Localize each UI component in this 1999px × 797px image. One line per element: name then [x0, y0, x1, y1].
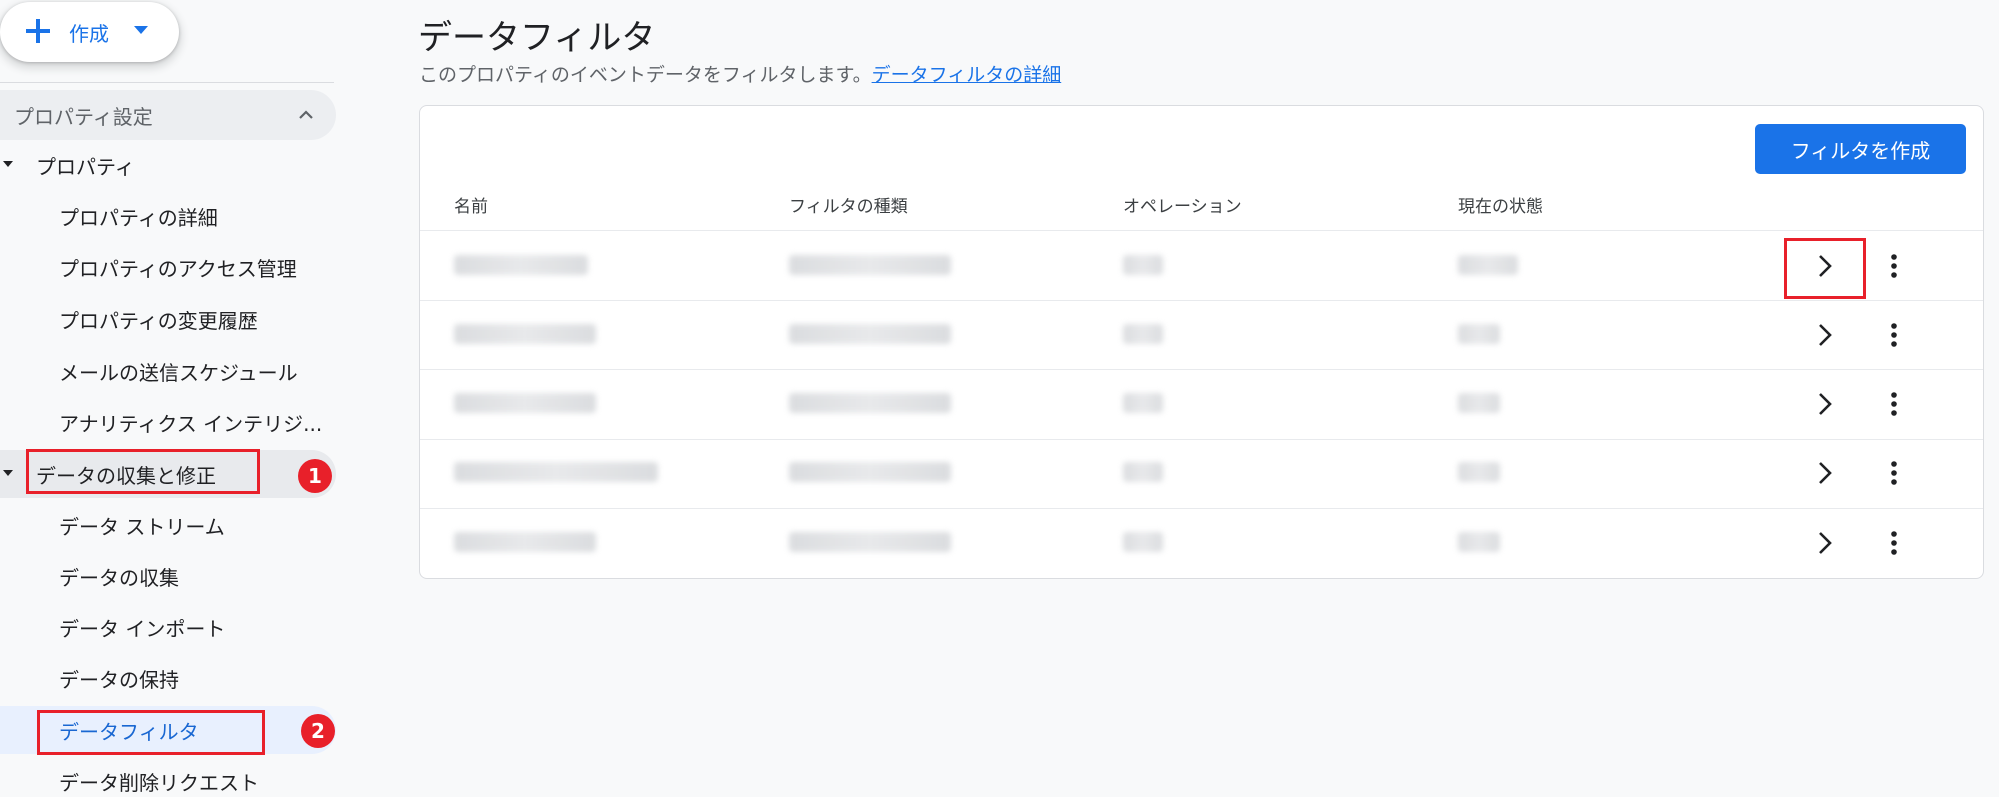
sidebar-item-email-schedule[interactable]: メールの送信スケジュール — [0, 347, 336, 395]
more-vert-icon[interactable] — [1884, 315, 1904, 355]
sidebar-item-data-import[interactable]: データ インポート — [0, 603, 336, 651]
redacted-cell — [1458, 324, 1500, 344]
caret-down-icon — [134, 26, 148, 34]
more-vert-icon[interactable] — [1884, 384, 1904, 424]
redacted-cell — [789, 532, 951, 552]
redacted-cell — [454, 462, 658, 482]
redacted-cell — [1123, 393, 1163, 413]
property-settings-header[interactable]: プロパティ設定 — [0, 90, 336, 140]
column-header-state: 現在の状態 — [1458, 197, 1543, 217]
sidebar-item-data-deletion[interactable]: データ削除リクエスト — [0, 757, 336, 797]
redacted-cell — [1123, 324, 1163, 344]
redacted-cell — [789, 393, 951, 413]
sidebar-item-property-access[interactable]: プロパティのアクセス管理 — [0, 243, 336, 291]
section-title: プロパティ設定 — [14, 105, 153, 129]
sidebar-item-analytics-intelligence[interactable]: アナリティクス インテリジ... — [0, 398, 336, 446]
chevron-right-icon[interactable] — [1805, 453, 1845, 493]
expand-triangle-icon — [3, 161, 13, 167]
plus-icon — [26, 19, 50, 43]
expand-triangle-icon — [3, 470, 13, 476]
redacted-cell — [1458, 462, 1500, 482]
redacted-cell — [789, 324, 951, 344]
redacted-cell — [1123, 462, 1163, 482]
sidebar-item-label: データの保持 — [59, 668, 179, 692]
annotation-badge-1: 1 — [298, 459, 332, 493]
page-description: このプロパティのイベントデータをフィルタします。データフィルタの詳細 — [419, 60, 1061, 87]
sidebar-group-label: プロパティ — [36, 155, 135, 179]
table-divider — [420, 230, 1983, 231]
sidebar-item-data-collection[interactable]: データの収集 — [0, 552, 336, 600]
sidebar-item-label: データ削除リクエスト — [59, 771, 259, 795]
more-vert-icon[interactable] — [1884, 523, 1904, 563]
sidebar-item-data-retention[interactable]: データの保持 — [0, 654, 336, 702]
sidebar-group-property[interactable]: プロパティ — [0, 141, 336, 189]
redacted-cell — [1458, 393, 1500, 413]
sidebar-group-label: データの収集と修正 — [36, 464, 216, 488]
annotation-badge-2: 2 — [301, 714, 335, 748]
chevron-up-icon — [299, 110, 313, 119]
sidebar-item-label: メールの送信スケジュール — [59, 361, 298, 385]
chevron-right-icon[interactable] — [1805, 315, 1845, 355]
row-divider — [420, 300, 1983, 301]
row-divider — [420, 508, 1983, 509]
chevron-right-icon[interactable] — [1805, 246, 1845, 286]
redacted-cell — [1123, 532, 1163, 552]
sidebar-item-label: アナリティクス インテリジ... — [59, 412, 323, 436]
column-header-name: 名前 — [454, 197, 488, 217]
column-header-operation: オペレーション — [1123, 197, 1242, 217]
page-title: データフィルタ — [418, 18, 656, 58]
learn-more-link[interactable]: データフィルタの詳細 — [872, 64, 1062, 86]
redacted-cell — [454, 393, 596, 413]
redacted-cell — [1458, 532, 1500, 552]
sidebar-item-data-streams[interactable]: データ ストリーム — [0, 501, 336, 549]
create-button[interactable]: 作成 — [0, 2, 179, 62]
sidebar-item-label: プロパティの詳細 — [59, 206, 218, 230]
sidebar-item-property-details[interactable]: プロパティの詳細 — [0, 192, 336, 240]
create-button-label: 作成 — [69, 22, 109, 46]
redacted-cell — [454, 532, 596, 552]
column-header-filter-type: フィルタの種類 — [789, 197, 908, 217]
redacted-cell — [789, 255, 951, 275]
redacted-cell — [1123, 255, 1163, 275]
description-text: このプロパティのイベントデータをフィルタします。 — [419, 64, 872, 86]
sidebar-item-label: データフィルタ — [59, 720, 199, 744]
sidebar-group-data-collection[interactable]: データの収集と修正 — [0, 450, 336, 498]
redacted-cell — [454, 255, 588, 275]
more-vert-icon[interactable] — [1884, 453, 1904, 493]
sidebar-item-label: データ インポート — [59, 617, 226, 641]
sidebar-divider — [0, 82, 334, 83]
row-divider — [420, 369, 1983, 370]
redacted-cell — [789, 462, 951, 482]
sidebar-item-label: データの収集 — [59, 566, 179, 590]
chevron-right-icon[interactable] — [1805, 523, 1845, 563]
sidebar-item-label: プロパティの変更履歴 — [59, 309, 258, 333]
row-divider — [420, 439, 1983, 440]
sidebar-item-label: プロパティのアクセス管理 — [59, 257, 297, 281]
sidebar-item-property-history[interactable]: プロパティの変更履歴 — [0, 295, 336, 343]
redacted-cell — [454, 324, 596, 344]
chevron-right-icon[interactable] — [1805, 384, 1845, 424]
create-filter-button[interactable]: フィルタを作成 — [1755, 124, 1966, 174]
sidebar-item-data-filters[interactable]: データフィルタ — [0, 706, 336, 754]
more-vert-icon[interactable] — [1884, 246, 1904, 286]
redacted-cell — [1458, 255, 1518, 275]
sidebar-item-label: データ ストリーム — [59, 515, 225, 539]
